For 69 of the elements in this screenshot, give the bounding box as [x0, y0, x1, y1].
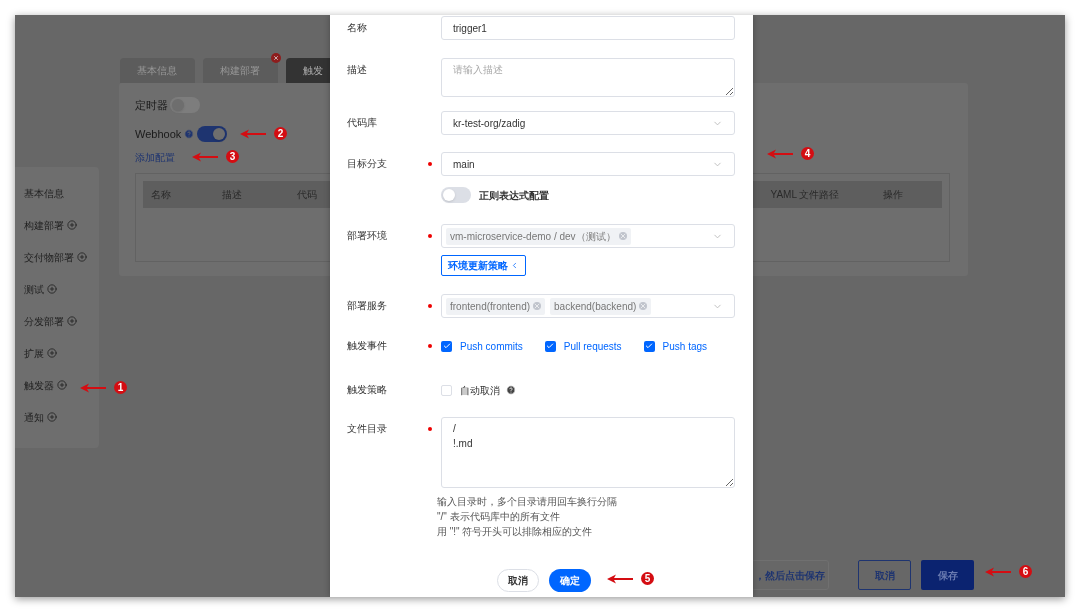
field-label: 代码库 — [347, 116, 378, 130]
add-icon[interactable] — [47, 412, 57, 422]
webhook-switch[interactable] — [197, 126, 228, 142]
field-label: 部署服务 — [347, 299, 388, 313]
help-text: 用 "!" 符号开头可以排除相应的文件 — [437, 525, 594, 538]
multi-select-field[interactable]: frontend(frontend) backend(backend) — [441, 294, 735, 318]
add-icon[interactable] — [57, 380, 67, 390]
multi-select-field[interactable]: vm-microservice-demo / dev（测试） — [441, 224, 735, 248]
field-label: 触发策略 — [347, 383, 388, 397]
remove-icon[interactable] — [639, 302, 648, 310]
field-label: 目标分支 — [347, 157, 388, 171]
checkbox[interactable] — [441, 384, 452, 396]
step-marker: 1 — [114, 381, 127, 394]
confirm-button[interactable]: 确定 — [549, 569, 591, 592]
annotation-arrow — [192, 151, 218, 162]
sidebar-item[interactable]: 通知 — [24, 409, 57, 425]
add-icon[interactable] — [67, 220, 77, 230]
webhook-label: Webhook — [135, 126, 182, 142]
tag: frontend(frontend) — [446, 297, 546, 315]
add-icon[interactable] — [77, 252, 87, 262]
sidebar-item[interactable]: 测试 — [24, 281, 57, 297]
checkbox[interactable] — [544, 340, 556, 352]
add-icon[interactable] — [67, 316, 77, 326]
tag: backend(backend) — [550, 297, 652, 315]
remove-icon[interactable] — [533, 302, 542, 310]
step-marker: 6 — [1019, 565, 1032, 578]
annotation-arrow — [240, 128, 266, 139]
sidebar-item[interactable]: 触发器 — [24, 377, 67, 393]
checkbox-label: Pull requests — [563, 339, 622, 354]
remove-icon[interactable] — [618, 232, 627, 240]
add-icon[interactable] — [47, 284, 57, 294]
description-field[interactable]: 请输入描述 — [441, 58, 735, 97]
annotation-arrow — [767, 148, 793, 159]
select-field[interactable]: main — [441, 152, 735, 176]
sidebar-item[interactable]: 交付物部署 — [24, 249, 87, 265]
field-label: 名称 — [347, 21, 368, 35]
regex-switch[interactable] — [441, 187, 471, 203]
field-label: 部署环境 — [347, 229, 388, 243]
timer-label: 定时器 — [135, 97, 168, 113]
add-icon[interactable] — [47, 348, 57, 358]
sidebar-item[interactable]: 基本信息 — [24, 185, 64, 201]
help-text: 输入目录时，多个目录请用回车换行分隔 — [437, 495, 618, 508]
checkbox-label: Push commits — [460, 339, 523, 354]
annotation-arrow — [985, 566, 1011, 577]
checkbox[interactable] — [643, 340, 655, 352]
field-label: 文件目录 — [347, 422, 388, 436]
help-icon — [184, 129, 195, 139]
error-badge — [271, 53, 281, 63]
path-field[interactable]: / !.md — [441, 417, 735, 488]
checkbox[interactable] — [441, 340, 452, 352]
cancel-button[interactable]: 取消 — [858, 560, 911, 590]
update-strategy-button[interactable]: 环境更新策略 — [441, 255, 526, 276]
name-field[interactable]: trigger1 — [441, 16, 735, 40]
help-text: "/" 表示代码库中的所有文件 — [437, 510, 561, 523]
annotation-arrow — [607, 573, 633, 584]
annotation-arrow — [80, 382, 106, 393]
chevron-icon — [510, 261, 519, 270]
sidebar-item[interactable]: 扩展 — [24, 345, 57, 361]
switch-label: 正则表达式配置 — [479, 188, 549, 203]
checkbox-label: 自动取消 — [460, 382, 516, 398]
add-config-link[interactable]: 添加配置 — [135, 150, 175, 165]
checkbox-label: Push tags — [662, 339, 708, 354]
sidebar-item[interactable]: 分发部署 — [24, 313, 77, 329]
field-label: 触发事件 — [347, 339, 388, 353]
tag: vm-microservice-demo / dev（测试） — [446, 227, 631, 245]
save-button[interactable]: 保存 — [921, 560, 974, 590]
help-icon — [506, 385, 516, 395]
select-field[interactable]: kr-test-org/zadig — [441, 111, 735, 135]
sidebar-item[interactable]: 构建部署 — [24, 217, 77, 233]
